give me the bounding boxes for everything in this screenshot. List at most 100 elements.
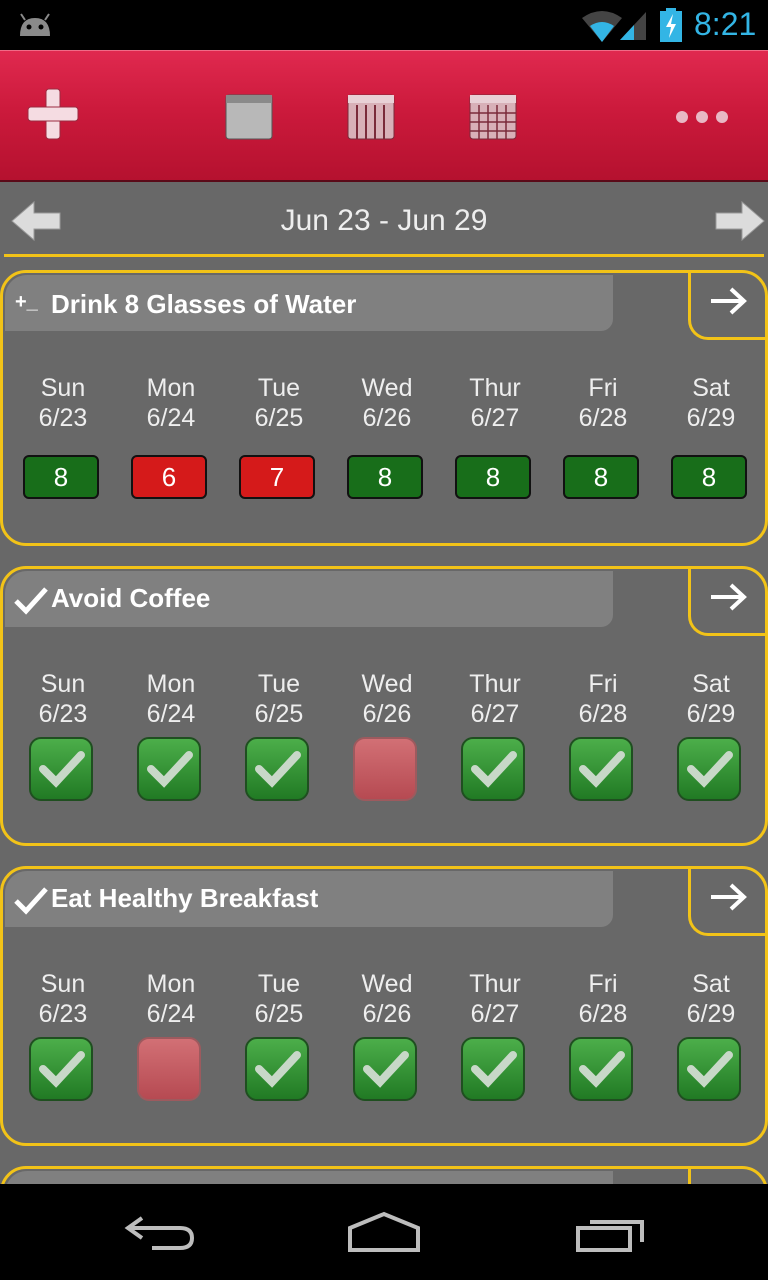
- habit-header[interactable]: Avoid Coffee: [5, 571, 613, 627]
- check-cell[interactable]: [245, 1037, 309, 1101]
- day-view-button[interactable]: [220, 85, 280, 145]
- status-bar: 8:21: [0, 0, 768, 50]
- count-cell[interactable]: 8: [563, 455, 639, 499]
- day-column: Thur 6/27: [441, 969, 549, 1029]
- count-habit-icon: +_: [15, 291, 38, 313]
- day-column: Wed 6/26: [333, 373, 441, 433]
- check-cell[interactable]: [29, 1037, 93, 1101]
- day-column: Sat 6/29: [657, 373, 765, 433]
- habit-card: +_ Drink 8 Glasses of Water Sun 6/23 Mon…: [0, 270, 768, 546]
- week-view-icon: [347, 94, 395, 140]
- day-column: Thur 6/27: [441, 669, 549, 729]
- check-cell[interactable]: [461, 737, 525, 801]
- back-icon: [124, 1216, 195, 1250]
- day-column: Fri 6/28: [549, 969, 657, 1029]
- habit-card: [0, 1166, 768, 1184]
- habit-header[interactable]: +_ Drink 8 Glasses of Water: [5, 275, 613, 331]
- divider: [4, 254, 764, 257]
- check-cell[interactable]: [569, 1037, 633, 1101]
- add-habit-button[interactable]: [24, 85, 84, 145]
- check-cell[interactable]: [29, 737, 93, 801]
- checkmark-icon: [471, 1051, 517, 1088]
- checkmark-icon: [687, 1051, 733, 1088]
- battery-icon: [660, 8, 682, 42]
- day-column: Wed 6/26: [333, 669, 441, 729]
- day-column: Tue 6/25: [225, 373, 333, 433]
- count-cell[interactable]: 8: [455, 455, 531, 499]
- count-cell[interactable]: 6: [131, 455, 207, 499]
- day-row: Sun 6/23 Mon 6/24 Tue 6/25 Wed 6/26 Thur…: [3, 969, 768, 1129]
- day-view-icon: [225, 94, 273, 140]
- signal-icon: [620, 12, 646, 40]
- more-icon: [676, 111, 728, 123]
- month-view-icon: [469, 94, 517, 140]
- habit-details-button[interactable]: [688, 566, 768, 636]
- week-view-button[interactable]: [342, 85, 402, 145]
- recent-apps-button[interactable]: [572, 1208, 652, 1254]
- day-date: 6/27: [470, 1000, 520, 1028]
- clock: 8:21: [694, 6, 757, 42]
- day-date: 6/26: [362, 404, 412, 432]
- check-cell[interactable]: [677, 1037, 741, 1101]
- day-column: Fri 6/28: [549, 373, 657, 433]
- check-cell[interactable]: [353, 1037, 417, 1101]
- day-name: Wed: [361, 970, 413, 998]
- check-cell[interactable]: [677, 737, 741, 801]
- count-cell[interactable]: 7: [239, 455, 315, 499]
- day-name: Mon: [146, 374, 196, 402]
- day-column: Sat 6/29: [657, 669, 765, 729]
- habit-card: Avoid Coffee Sun 6/23 Mon 6/24 Tue 6/25 …: [0, 566, 768, 846]
- day-name: Fri: [588, 970, 618, 998]
- day-name: Sat: [692, 374, 730, 402]
- day-date: 6/26: [362, 1000, 412, 1028]
- count-cell[interactable]: 8: [671, 455, 747, 499]
- day-row: Sun 6/23 Mon 6/24 Tue 6/25 Wed 6/26 Thur…: [3, 373, 768, 533]
- habit-title: Drink 8 Glasses of Water: [51, 289, 357, 319]
- day-column: Mon 6/24: [117, 373, 225, 433]
- day-date: 6/29: [686, 1000, 736, 1028]
- checkmark-icon: [39, 751, 85, 788]
- day-date: 6/29: [686, 700, 736, 728]
- count-cell[interactable]: 8: [23, 455, 99, 499]
- day-column: Sat 6/29: [657, 969, 765, 1029]
- habit-header[interactable]: [5, 1171, 613, 1184]
- day-date: 6/28: [578, 1000, 628, 1028]
- arrow-right-icon: [711, 287, 747, 315]
- day-name: Fri: [588, 670, 618, 698]
- day-name: Sat: [692, 670, 730, 698]
- wifi-icon: [582, 11, 622, 42]
- missed-cell[interactable]: [353, 737, 417, 801]
- habit-details-button[interactable]: [688, 866, 768, 936]
- checkmark-icon: [471, 751, 517, 788]
- check-cell[interactable]: [137, 737, 201, 801]
- back-button[interactable]: [122, 1208, 202, 1254]
- more-options-button[interactable]: [672, 85, 732, 145]
- check-cell[interactable]: [461, 1037, 525, 1101]
- month-view-button[interactable]: [464, 85, 524, 145]
- checkmark-icon: [363, 1051, 409, 1088]
- missed-cell[interactable]: [137, 1037, 201, 1101]
- day-date: 6/27: [470, 700, 520, 728]
- add-icon: [27, 88, 79, 140]
- habit-details-button[interactable]: [688, 1166, 768, 1184]
- count-cell[interactable]: 8: [347, 455, 423, 499]
- day-name: Fri: [588, 374, 618, 402]
- next-week-button[interactable]: [714, 200, 766, 242]
- day-name: Wed: [361, 374, 413, 402]
- home-button[interactable]: [344, 1208, 424, 1254]
- checkmark-icon: [39, 1051, 85, 1088]
- check-cell[interactable]: [245, 737, 309, 801]
- day-column: Tue 6/25: [225, 669, 333, 729]
- day-date: 6/24: [146, 700, 196, 728]
- day-column: Mon 6/24: [117, 969, 225, 1029]
- day-date: 6/27: [470, 404, 520, 432]
- habit-header[interactable]: Eat Healthy Breakfast: [5, 871, 613, 927]
- day-name: Sun: [40, 970, 86, 998]
- habit-details-button[interactable]: [688, 270, 768, 340]
- check-cell[interactable]: [569, 737, 633, 801]
- day-name: Thur: [469, 374, 521, 402]
- day-date: 6/25: [254, 404, 304, 432]
- day-name: Sun: [40, 670, 86, 698]
- day-date: 6/25: [254, 1000, 304, 1028]
- arrow-right-icon: [711, 883, 747, 911]
